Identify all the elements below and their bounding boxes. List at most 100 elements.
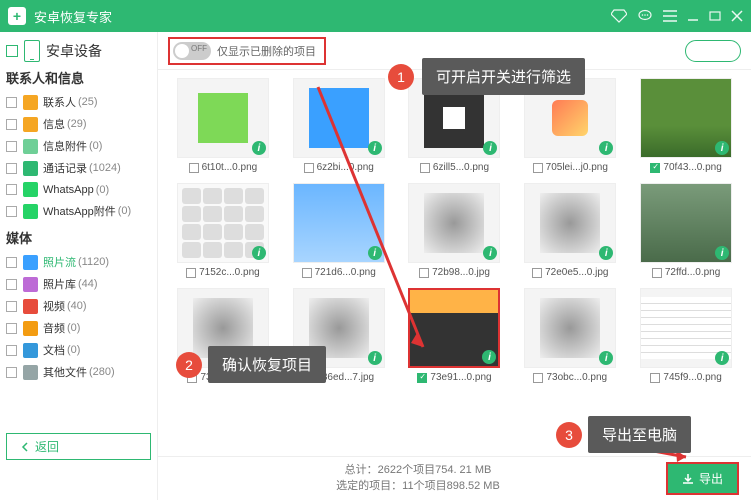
thumbnail-cell[interactable]: i7152c...0.png — [170, 183, 276, 278]
file-checkbox[interactable] — [650, 373, 660, 383]
device-row[interactable]: 安卓设备 — [6, 40, 151, 62]
thumbnail-cell[interactable]: i73e91...0.png — [402, 288, 508, 383]
info-icon[interactable]: i — [252, 246, 266, 260]
minimize-icon[interactable] — [687, 10, 699, 22]
item-checkbox[interactable] — [6, 97, 17, 108]
sidebar-item[interactable]: 其他文件 (280) — [6, 361, 151, 383]
info-icon[interactable]: i — [599, 351, 613, 365]
info-icon[interactable]: i — [483, 141, 497, 155]
menu-icon[interactable] — [663, 10, 677, 22]
thumbnail-cell[interactable]: i736ed...7.jpg — [286, 288, 392, 383]
sidebar-item[interactable]: 照片库 (44) — [6, 273, 151, 295]
info-icon[interactable]: i — [715, 141, 729, 155]
info-icon[interactable]: i — [715, 246, 729, 260]
thumbnail[interactable]: i — [293, 78, 385, 158]
thumbnail[interactable]: i — [524, 183, 616, 263]
sidebar-item[interactable]: WhatsApp附件 (0) — [6, 200, 151, 222]
thumbnail-cell[interactable]: i721d6...0.png — [286, 183, 392, 278]
sidebar-item[interactable]: 联系人 (25) — [6, 91, 151, 113]
file-checkbox[interactable] — [652, 268, 662, 278]
thumbnail-cell[interactable]: i732b3...0.jpg — [170, 288, 276, 383]
item-count: (0) — [89, 140, 102, 152]
thumbnail[interactable]: i — [177, 288, 269, 368]
file-checkbox[interactable] — [532, 268, 542, 278]
info-icon[interactable]: i — [599, 246, 613, 260]
sidebar-item[interactable]: 文档 (0) — [6, 339, 151, 361]
info-icon[interactable]: i — [368, 246, 382, 260]
maximize-icon[interactable] — [709, 10, 721, 22]
chat-icon[interactable] — [637, 9, 653, 23]
sidebar-item[interactable]: 视频 (40) — [6, 295, 151, 317]
thumbnail[interactable]: i — [177, 78, 269, 158]
sidebar-item[interactable]: 信息 (29) — [6, 113, 151, 135]
file-checkbox[interactable] — [533, 163, 543, 173]
thumbnail-cell[interactable]: i6t10t...0.png — [170, 78, 276, 173]
item-checkbox[interactable] — [6, 279, 17, 290]
item-checkbox[interactable] — [6, 257, 17, 268]
thumbnail[interactable]: i — [408, 78, 500, 158]
filename: 745f9...0.png — [663, 372, 721, 383]
category-icon — [23, 161, 38, 176]
thumbnail-cell[interactable]: i72e0e5...0.jpg — [517, 183, 623, 278]
thumbnail[interactable]: i — [177, 183, 269, 263]
file-checkbox[interactable] — [533, 373, 543, 383]
item-checkbox[interactable] — [6, 206, 17, 217]
sidebar-item[interactable]: 通话记录 (1024) — [6, 157, 151, 179]
item-label: 视频 — [43, 298, 65, 314]
thumbnail[interactable]: i — [293, 183, 385, 263]
info-icon[interactable]: i — [599, 141, 613, 155]
info-icon[interactable]: i — [483, 246, 497, 260]
thumbnail-cell[interactable]: i6zill5...0.png — [402, 78, 508, 173]
thumbnail[interactable]: i — [640, 183, 732, 263]
thumbnail-cell[interactable]: i70f43...0.png — [633, 78, 739, 173]
thumbnail-cell[interactable]: i705lei...j0.png — [517, 78, 623, 173]
item-checkbox[interactable] — [6, 119, 17, 130]
close-icon[interactable] — [731, 10, 743, 22]
search-input[interactable] — [685, 40, 741, 62]
thumbnail-cell[interactable]: i6z2bi...0.png — [286, 78, 392, 173]
file-checkbox[interactable] — [186, 268, 196, 278]
thumbnail-cell[interactable]: i 745f9...0.png — [633, 288, 739, 383]
thumbnail-cell[interactable]: i72ffd...0.png — [633, 183, 739, 278]
info-icon[interactable]: i — [715, 351, 729, 365]
thumbnail-cell[interactable]: i72b98...0.jpg — [402, 183, 508, 278]
sidebar-item[interactable]: WhatsApp (0) — [6, 179, 151, 200]
thumbnail[interactable]: i — [640, 78, 732, 158]
item-checkbox[interactable] — [6, 367, 17, 378]
file-checkbox[interactable] — [187, 373, 197, 383]
info-icon[interactable]: i — [368, 351, 382, 365]
deleted-filter-toggle[interactable] — [173, 42, 211, 60]
info-icon[interactable]: i — [368, 141, 382, 155]
export-button[interactable]: 导出 — [666, 462, 739, 495]
file-checkbox[interactable] — [420, 163, 430, 173]
file-checkbox[interactable] — [304, 163, 314, 173]
device-checkbox[interactable] — [6, 45, 18, 57]
file-checkbox[interactable] — [650, 163, 660, 173]
item-checkbox[interactable] — [6, 141, 17, 152]
thumbnail[interactable]: i — [524, 78, 616, 158]
thumbnail[interactable]: i — [408, 288, 500, 368]
info-icon[interactable]: i — [252, 351, 266, 365]
file-checkbox[interactable] — [302, 268, 312, 278]
thumbnail-cell[interactable]: i73obc...0.png — [517, 288, 623, 383]
sidebar-item[interactable]: 音频 (0) — [6, 317, 151, 339]
file-checkbox[interactable] — [189, 163, 199, 173]
back-button[interactable]: 返回 — [6, 433, 151, 460]
thumbnail[interactable]: i — [408, 183, 500, 263]
diamond-icon[interactable] — [611, 9, 627, 23]
group-media: 媒体 — [6, 228, 151, 247]
item-checkbox[interactable] — [6, 345, 17, 356]
item-checkbox[interactable] — [6, 301, 17, 312]
item-checkbox[interactable] — [6, 163, 17, 174]
info-icon[interactable]: i — [252, 141, 266, 155]
file-checkbox[interactable] — [417, 373, 427, 383]
sidebar-item[interactable]: 信息附件 (0) — [6, 135, 151, 157]
item-checkbox[interactable] — [6, 323, 17, 334]
file-checkbox[interactable] — [303, 373, 313, 383]
sidebar-item[interactable]: 照片流 (1120) — [6, 251, 151, 273]
item-checkbox[interactable] — [6, 184, 17, 195]
thumbnail[interactable]: i — [524, 288, 616, 368]
thumbnail[interactable]: i — [640, 288, 732, 368]
thumbnail[interactable]: i — [293, 288, 385, 368]
file-checkbox[interactable] — [419, 268, 429, 278]
